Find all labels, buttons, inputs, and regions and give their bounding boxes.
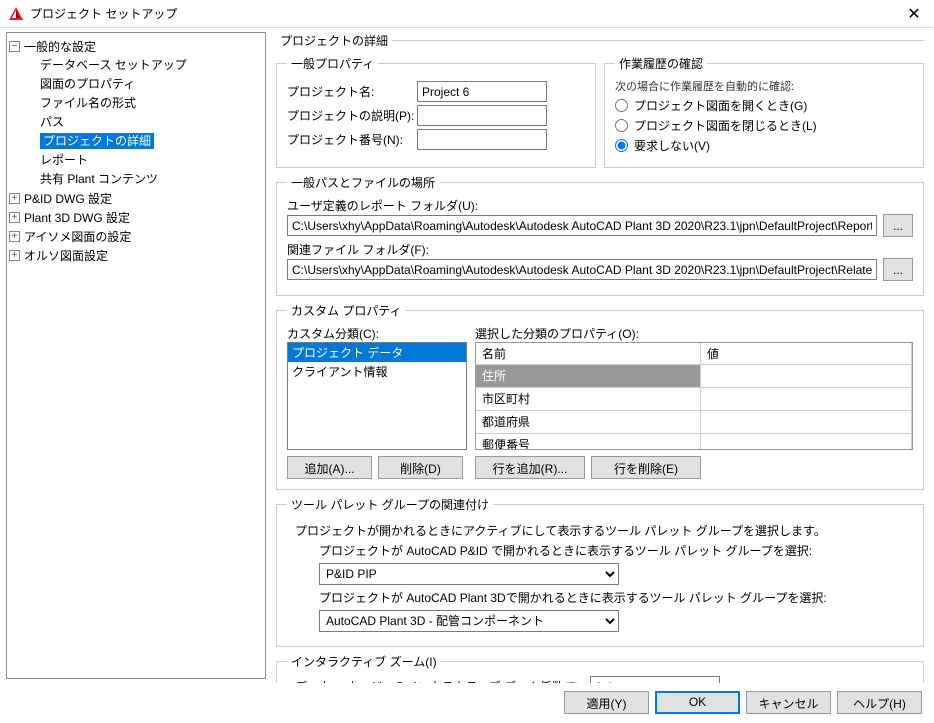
report-folder-label: ユーザ定義のレポート フォルダ(U): [287,197,913,214]
history-caption: 次の場合に作業履歴を自動的に確認: [615,78,913,94]
paths-group: 一般パスとファイルの場所 ユーザ定義のレポート フォルダ(U): ... 関連フ… [276,174,924,296]
tree-node-plant3d-dwg[interactable]: +Plant 3D DWG 設定 [9,208,263,227]
project-number-input[interactable] [417,129,547,150]
project-desc-label: プロジェクトの説明(P): [287,107,417,124]
collapse-icon[interactable]: − [9,41,20,52]
properties-grid[interactable]: 名前 値 住所 市区町村 都道府県 郵便番号 [475,342,913,450]
tree-node-pid-dwg[interactable]: +P&ID DWG 設定 [9,189,263,208]
palette-group: ツール パレット グループの関連付け プロジェクトが開かれるときにアクティブにし… [276,496,924,647]
add-row-button[interactable]: 行を追加(R)... [475,456,585,479]
history-group: 作業履歴の確認 次の場合に作業履歴を自動的に確認: プロジェクト図面を開くとき(… [604,55,924,168]
related-folder-label: 関連ファイル フォルダ(F): [287,241,913,258]
tree-node-ortho[interactable]: +オルソ図面設定 [9,246,263,265]
add-category-button[interactable]: 追加(A)... [287,456,372,479]
expand-icon[interactable]: + [9,212,20,223]
dialog-footer: 適用(Y) OK キャンセル ヘルプ(H) [0,683,934,721]
grid-header-value[interactable]: 値 [701,343,912,364]
project-name-input[interactable] [417,81,547,102]
tree-node-general[interactable]: −一般的な設定 データベース セットアップ 図面のプロパティ ファイル名の形式 … [9,37,263,189]
expand-icon[interactable]: + [9,193,20,204]
p3d-palette-select[interactable]: AutoCAD Plant 3D - 配管コンポーネント [319,610,619,632]
history-never-radio[interactable] [615,139,628,152]
category-item[interactable]: クライアント情報 [288,362,466,381]
project-name-label: プロジェクト名: [287,83,417,100]
apply-button[interactable]: 適用(Y) [564,691,649,714]
category-label: カスタム分類(C): [287,325,467,342]
grid-row[interactable]: 郵便番号 [476,434,912,450]
project-number-label: プロジェクト番号(N): [287,131,417,148]
details-group: プロジェクトの詳細 一般プロパティ プロジェクト名: プロジェクトの説明(P):… [276,32,924,683]
category-item[interactable]: プロジェクト データ [288,343,466,362]
close-icon[interactable]: ✕ [894,0,934,28]
tree-node-shared-content[interactable]: 共有 Plant コンテンツ [25,169,263,188]
expand-icon[interactable]: + [9,250,20,261]
history-open-radio[interactable] [615,99,628,112]
app-logo-icon [8,6,24,22]
tree-node-filename-format[interactable]: ファイル名の形式 [25,93,263,112]
grid-row[interactable]: 都道府県 [476,411,912,434]
zoom-factor-input[interactable] [590,676,720,683]
properties-label: 選択した分類のプロパティ(O): [475,325,913,342]
report-folder-input[interactable] [287,215,877,236]
tree-node-project-details[interactable]: プロジェクトの詳細 [25,131,263,150]
tree-node-paths[interactable]: パス [25,112,263,131]
details-heading: プロジェクトの詳細 [276,32,392,49]
expand-icon[interactable]: + [9,231,20,242]
delete-row-button[interactable]: 行を削除(E) [591,456,701,479]
report-folder-browse-button[interactable]: ... [883,214,913,237]
grid-row[interactable]: 市区町村 [476,388,912,411]
pid-palette-select[interactable]: P&ID PIP [319,563,619,585]
grid-header-name[interactable]: 名前 [476,343,701,364]
category-listbox[interactable]: プロジェクト データ クライアント情報 [287,342,467,450]
ok-button[interactable]: OK [655,691,740,714]
pid-palette-label: プロジェクトが AutoCAD P&ID で開かれるときに表示するツール パレッ… [319,542,913,559]
custom-props-group: カスタム プロパティ カスタム分類(C): プロジェクト データ クライアント情… [276,302,924,490]
zoom-group: インタラクティブ ズーム(I) データ マネージャのインタラクティブ ズーム係数… [276,653,924,683]
tree-node-reports[interactable]: レポート [25,150,263,169]
palette-caption: プロジェクトが開かれるときにアクティブにして表示するツール パレット グループを… [295,522,913,539]
delete-category-button[interactable]: 削除(D) [378,456,463,479]
zoom-factor-label: データ マネージャのインタラクティブ ズーム係数(Z): [295,678,582,683]
general-props-group: 一般プロパティ プロジェクト名: プロジェクトの説明(P): プロジェクト番号(… [276,55,596,168]
related-folder-input[interactable] [287,259,877,280]
p3d-palette-label: プロジェクトが AutoCAD Plant 3Dで開かれるときに表示するツール … [319,589,913,606]
history-close-radio[interactable] [615,119,628,132]
tree-node-drawing-props[interactable]: 図面のプロパティ [25,74,263,93]
tree-node-iso[interactable]: +アイソメ図面の設定 [9,227,263,246]
titlebar: プロジェクト セットアップ ✕ [0,0,934,28]
nav-tree[interactable]: −一般的な設定 データベース セットアップ 図面のプロパティ ファイル名の形式 … [6,32,266,679]
related-folder-browse-button[interactable]: ... [883,258,913,281]
cancel-button[interactable]: キャンセル [746,691,831,714]
help-button[interactable]: ヘルプ(H) [837,691,922,714]
grid-row[interactable]: 住所 [476,365,912,388]
project-desc-input[interactable] [417,105,547,126]
window-title: プロジェクト セットアップ [30,5,894,22]
tree-node-database[interactable]: データベース セットアップ [25,55,263,74]
